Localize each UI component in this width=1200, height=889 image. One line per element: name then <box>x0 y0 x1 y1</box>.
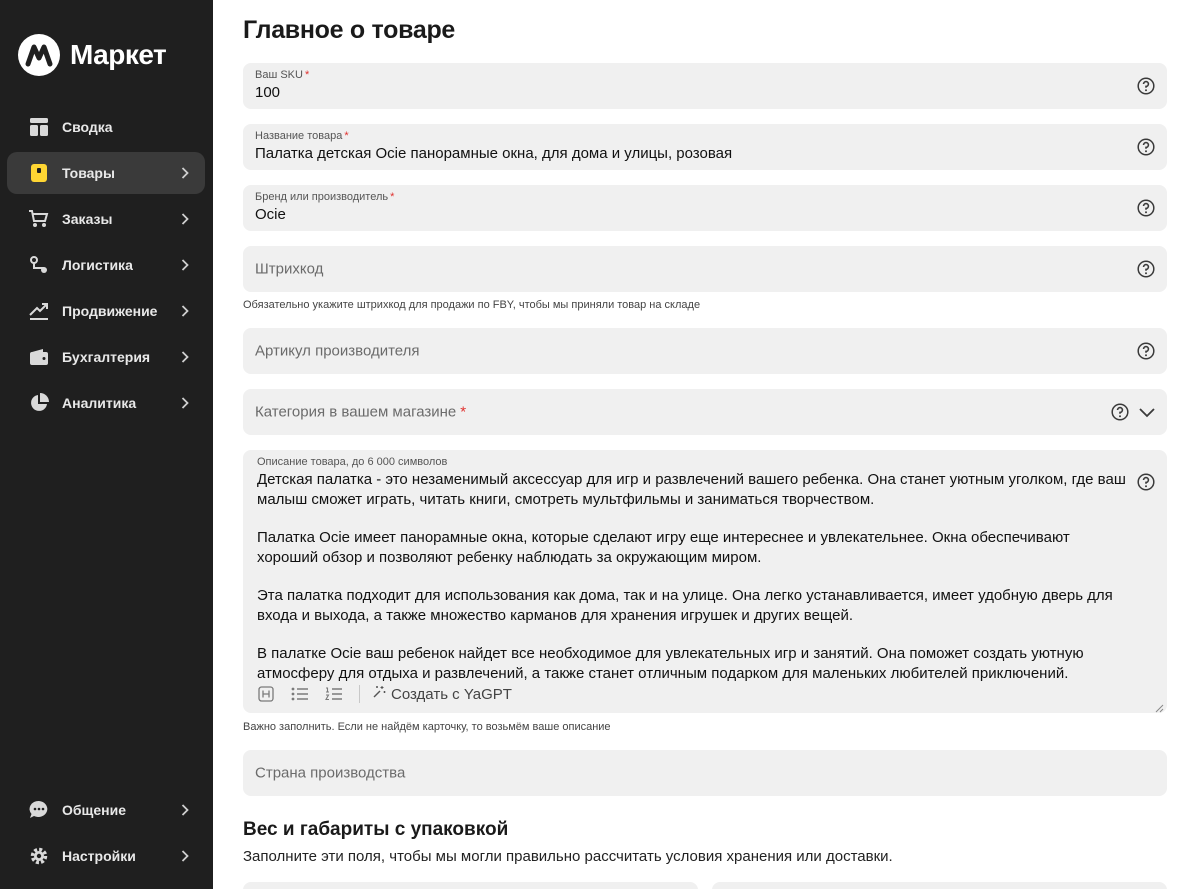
sku-field[interactable]: Ваш SKU * 100 <box>243 63 1167 109</box>
country-placeholder: Страна производства <box>255 764 406 782</box>
dimensions-section-title: Вес и габариты с упаковкой <box>243 819 509 840</box>
sidebar: Маркет Сводка Товары Заказы Логистика Пр… <box>0 0 213 889</box>
sidebar-item-promotion[interactable]: Продвижение <box>7 290 205 332</box>
country-field[interactable]: Страна производства <box>243 750 1167 796</box>
chevron-right-icon <box>179 397 191 409</box>
sidebar-item-accounting[interactable]: Бухгалтерия <box>7 336 205 378</box>
numbered-list-icon[interactable] <box>323 683 345 705</box>
field-label: Ваш SKU * <box>255 69 310 81</box>
help-icon[interactable] <box>1137 342 1155 360</box>
bulleted-list-icon[interactable] <box>289 683 311 705</box>
sidebar-bottom-nav: Общение Настройки <box>7 789 205 881</box>
logistics-icon <box>29 255 49 275</box>
field-label: Описание товара, до 6 000 символов <box>257 456 448 468</box>
barcode-field[interactable]: Штрихкод <box>243 246 1167 292</box>
help-icon[interactable] <box>1137 77 1155 95</box>
weight-field[interactable] <box>243 882 698 889</box>
cart-icon <box>29 209 49 229</box>
dashboard-icon <box>29 117 49 137</box>
description-text: Детская палатка - это незаменимый аксесс… <box>257 470 1127 702</box>
field-label: Название товара * <box>255 130 349 142</box>
required-mark: * <box>304 69 310 81</box>
sidebar-item-logistics[interactable]: Логистика <box>7 244 205 286</box>
yagpt-label: Создать с YaGPT <box>391 685 512 703</box>
create-with-yagpt-button[interactable]: Создать с YaGPT <box>372 685 512 703</box>
description-paragraph: Палатка Ocie имеет панорамные окна, кото… <box>257 529 1070 566</box>
description-paragraph: В палатке Ocie ваш ребенок найдет все не… <box>257 645 1084 682</box>
toolbar-divider <box>359 685 360 703</box>
brand-name: Маркет <box>70 39 167 70</box>
required-mark: * <box>390 191 395 203</box>
heading-icon[interactable] <box>255 683 277 705</box>
field-label: Бренд или производитель * <box>255 191 395 203</box>
chevron-right-icon <box>179 305 191 317</box>
sidebar-item-label: Сводка <box>62 119 113 135</box>
sidebar-item-summary[interactable]: Сводка <box>7 106 205 148</box>
barcode-hint: Обязательно укажите штрихкод для продажи… <box>243 299 701 311</box>
help-icon[interactable] <box>1137 199 1155 217</box>
article-placeholder: Артикул производителя <box>255 342 420 360</box>
brand-field[interactable]: Бренд или производитель * Ocie <box>243 185 1167 231</box>
market-logo-icon <box>18 34 60 76</box>
sidebar-item-products[interactable]: Товары <box>7 152 205 194</box>
chevron-right-icon <box>179 259 191 271</box>
required-mark: * <box>344 130 349 142</box>
chevron-right-icon <box>179 213 191 225</box>
products-icon <box>29 163 49 183</box>
chat-icon <box>29 800 49 820</box>
sidebar-item-chat[interactable]: Общение <box>7 789 205 831</box>
sidebar-item-label: Аналитика <box>62 395 137 411</box>
sidebar-item-settings[interactable]: Настройки <box>7 835 205 877</box>
help-icon[interactable] <box>1137 138 1155 156</box>
chevron-right-icon <box>179 804 191 816</box>
category-placeholder: Категория в вашем магазине * <box>255 403 467 421</box>
dimensions-section-subtitle: Заполните эти поля, чтобы мы могли прави… <box>243 848 893 865</box>
chevron-right-icon <box>179 167 191 179</box>
sidebar-nav: Сводка Товары Заказы Логистика Продвижен… <box>7 106 205 428</box>
chevron-right-icon <box>179 850 191 862</box>
product-name-field[interactable]: Название товара * Палатка детская Ocie па… <box>243 124 1167 170</box>
magic-wand-icon <box>372 685 386 703</box>
sidebar-item-analytics[interactable]: Аналитика <box>7 382 205 424</box>
dimensions-field[interactable] <box>712 882 1167 889</box>
manufacturer-article-field[interactable]: Артикул производителя <box>243 328 1167 374</box>
sidebar-item-label: Продвижение <box>62 303 158 319</box>
description-paragraph: Эта палатка подходит для использования к… <box>257 587 1113 624</box>
help-icon[interactable] <box>1111 403 1129 421</box>
sidebar-item-label: Товары <box>62 165 115 181</box>
sidebar-item-label: Настройки <box>62 848 136 864</box>
description-textarea[interactable]: Описание товара, до 6 000 символов Детск… <box>243 450 1167 713</box>
product-name-value: Палатка детская Ocie панорамные окна, дл… <box>255 145 733 162</box>
trend-icon <box>29 301 49 321</box>
category-select[interactable]: Категория в вашем магазине * <box>243 389 1167 435</box>
pie-chart-icon <box>29 393 49 413</box>
chevron-right-icon <box>179 351 191 363</box>
help-icon[interactable] <box>1137 473 1155 491</box>
page-title: Главное о товаре <box>243 16 456 44</box>
market-logo[interactable]: Маркет <box>18 33 167 77</box>
brand-value: Ocie <box>255 206 286 223</box>
chevron-down-icon[interactable] <box>1138 406 1156 418</box>
sidebar-item-label: Бухгалтерия <box>62 349 151 365</box>
sidebar-item-label: Заказы <box>62 211 113 227</box>
required-mark: * <box>460 403 467 421</box>
sku-value: 100 <box>255 84 281 101</box>
sidebar-item-label: Общение <box>62 802 126 818</box>
help-icon[interactable] <box>1137 260 1155 278</box>
wallet-icon <box>29 347 49 367</box>
sidebar-item-label: Логистика <box>62 257 133 273</box>
description-hint: Важно заполнить. Если не найдём карточку… <box>243 721 611 733</box>
description-paragraph: Детская палатка - это незаменимый аксесс… <box>257 471 1126 508</box>
sidebar-item-orders[interactable]: Заказы <box>7 198 205 240</box>
barcode-placeholder: Штрихкод <box>255 260 324 278</box>
gear-icon <box>29 846 49 866</box>
description-toolbar: Создать с YaGPT <box>255 683 512 705</box>
resize-handle-icon[interactable] <box>1154 700 1164 713</box>
